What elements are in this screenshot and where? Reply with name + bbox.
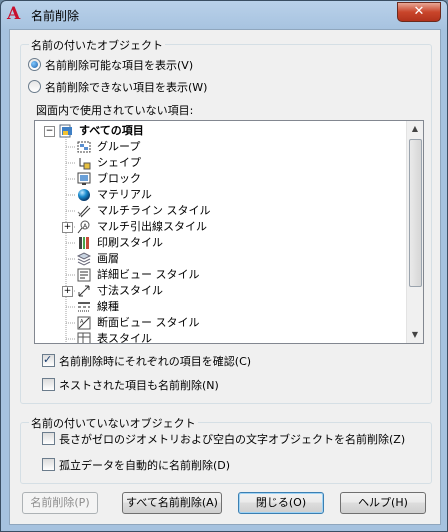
radio-show-nonpurgeable-label: 名前削除できない項目を表示(W) xyxy=(45,81,208,94)
purge-dialog: A 名前削除 ✕ 名前の付いたオブジェクト 名前削除可能な項目を表示(V) 名前… xyxy=(0,0,448,532)
block-icon xyxy=(77,172,91,185)
orphaned-data-label: 孤立データを自動的に名前削除(D) xyxy=(59,459,231,472)
tree-item-label: ブロック xyxy=(97,172,141,185)
table-style-icon xyxy=(77,332,91,343)
tree-item-label: 線種 xyxy=(97,300,119,313)
dimension-style-icon xyxy=(78,285,90,297)
tree-item-label: 表スタイル xyxy=(97,332,152,344)
tree-item-label: 画層 xyxy=(97,252,119,265)
tree-item-detail-view-style[interactable]: 詳細ビュー スタイル xyxy=(35,267,405,283)
radio-indicator[interactable] xyxy=(28,58,41,71)
tree-item-material[interactable]: マテリアル xyxy=(35,187,405,203)
checkbox-indicator[interactable] xyxy=(42,352,55,368)
radio-indicator[interactable] xyxy=(28,80,41,93)
tree-item-label: 断面ビュー スタイル xyxy=(97,316,200,329)
autocad-a-icon: A xyxy=(7,4,21,24)
tree-item-label: 詳細ビュー スタイル xyxy=(97,268,200,281)
multileader-style-icon: A xyxy=(77,220,90,234)
tree-item-label: マルチ引出線スタイル xyxy=(97,220,207,233)
layers-icon xyxy=(77,252,91,266)
close-button[interactable]: 閉じる(O) xyxy=(238,492,324,514)
section-view-style-icon: A xyxy=(77,316,91,330)
tree-vertical-scrollbar[interactable]: ▲ ▼ xyxy=(406,121,423,343)
svg-text:A: A xyxy=(80,319,84,325)
help-button[interactable]: ヘルプ(H) xyxy=(340,492,426,514)
purge-nested-checkbox[interactable]: ネストされた項目も名前削除(N) xyxy=(42,378,219,394)
unused-items-caption: 図面内で使用されていない項目: xyxy=(36,104,194,117)
checkbox-indicator[interactable] xyxy=(42,432,55,445)
close-window-button[interactable]: ✕ xyxy=(397,2,441,22)
tree-item-shape[interactable]: シェイプ xyxy=(35,155,405,171)
tree-item-block[interactable]: ブロック xyxy=(35,171,405,187)
scroll-up-icon[interactable]: ▲ xyxy=(407,121,423,137)
title-bar: A 名前削除 ✕ xyxy=(1,1,447,29)
dialog-body: 名前の付いたオブジェクト 名前削除可能な項目を表示(V) 名前削除できない項目を… xyxy=(9,29,441,525)
group-icon xyxy=(77,141,91,153)
zero-length-geometry-label: 長さがゼロのジオメトリおよび空白の文字オブジェクトを名前削除(Z) xyxy=(59,433,406,446)
tree-item-label: マテリアル xyxy=(97,188,152,201)
tree-item-label: マルチライン スタイル xyxy=(97,204,211,217)
tree-item-table-style[interactable]: 表スタイル xyxy=(35,331,405,344)
purge-items-tree[interactable]: − すべての項目 グループ シェイプ ブロック マテリアル マルチライン スタイ… xyxy=(34,120,424,344)
tree-item-group[interactable]: グループ xyxy=(35,139,405,155)
tree-item-label: グループ xyxy=(97,140,141,153)
named-objects-group-label: 名前の付いたオブジェクト xyxy=(29,37,165,53)
tree-item-dimension-style[interactable]: + 寸法スタイル xyxy=(35,283,405,299)
tree-item-label: 寸法スタイル xyxy=(97,284,163,297)
radio-show-purgeable-label: 名前削除可能な項目を表示(V) xyxy=(45,59,194,72)
scroll-down-icon[interactable]: ▼ xyxy=(407,327,423,343)
tree-item-section-view-style[interactable]: A 断面ビュー スタイル xyxy=(35,315,405,331)
purge-all-button[interactable]: すべて名前削除(A) xyxy=(122,492,222,514)
confirm-each-item-checkbox[interactable]: 名前削除時にそれぞれの項目を確認(C) xyxy=(42,352,252,370)
plot-style-icon xyxy=(79,237,89,249)
tree-item-plot-style[interactable]: 印刷スタイル xyxy=(35,235,405,251)
purge-button[interactable]: 名前削除(P) xyxy=(22,492,98,514)
window-title: 名前削除 xyxy=(31,9,80,23)
radio-show-nonpurgeable[interactable]: 名前削除できない項目を表示(W) xyxy=(28,80,207,96)
confirm-each-item-label: 名前削除時にそれぞれの項目を確認(C) xyxy=(59,355,252,368)
expand-icon[interactable]: + xyxy=(62,222,73,233)
detail-view-style-icon xyxy=(77,268,91,282)
radio-show-purgeable[interactable]: 名前削除可能な項目を表示(V) xyxy=(28,58,193,74)
tree-item-layers[interactable]: 画層 xyxy=(35,251,405,267)
tree-item-linetype[interactable]: 線種 xyxy=(35,299,405,315)
checkbox-indicator[interactable] xyxy=(42,458,55,471)
scroll-thumb[interactable] xyxy=(409,139,422,287)
purge-nested-label: ネストされた項目も名前削除(N) xyxy=(59,379,219,392)
shape-icon xyxy=(79,158,91,170)
linetype-icon xyxy=(78,302,90,312)
tree-item-multileader-style[interactable]: + A マルチ引出線スタイル xyxy=(35,219,405,235)
zero-length-geometry-checkbox[interactable]: 長さがゼロのジオメトリおよび空白の文字オブジェクトを名前削除(Z) xyxy=(42,432,405,448)
multiline-style-icon xyxy=(77,205,91,218)
unnamed-objects-group-label: 名前の付いていないオブジェクト xyxy=(29,415,198,431)
expand-icon[interactable]: + xyxy=(62,286,73,297)
material-sphere-icon xyxy=(78,189,90,201)
tree-item-multiline-style[interactable]: マルチライン スタイル xyxy=(35,203,405,219)
checkbox-indicator[interactable] xyxy=(42,378,55,391)
orphaned-data-checkbox[interactable]: 孤立データを自動的に名前削除(D) xyxy=(42,458,230,474)
tree-item-label: 印刷スタイル xyxy=(97,236,163,249)
tree-item-label: シェイプ xyxy=(97,156,141,169)
